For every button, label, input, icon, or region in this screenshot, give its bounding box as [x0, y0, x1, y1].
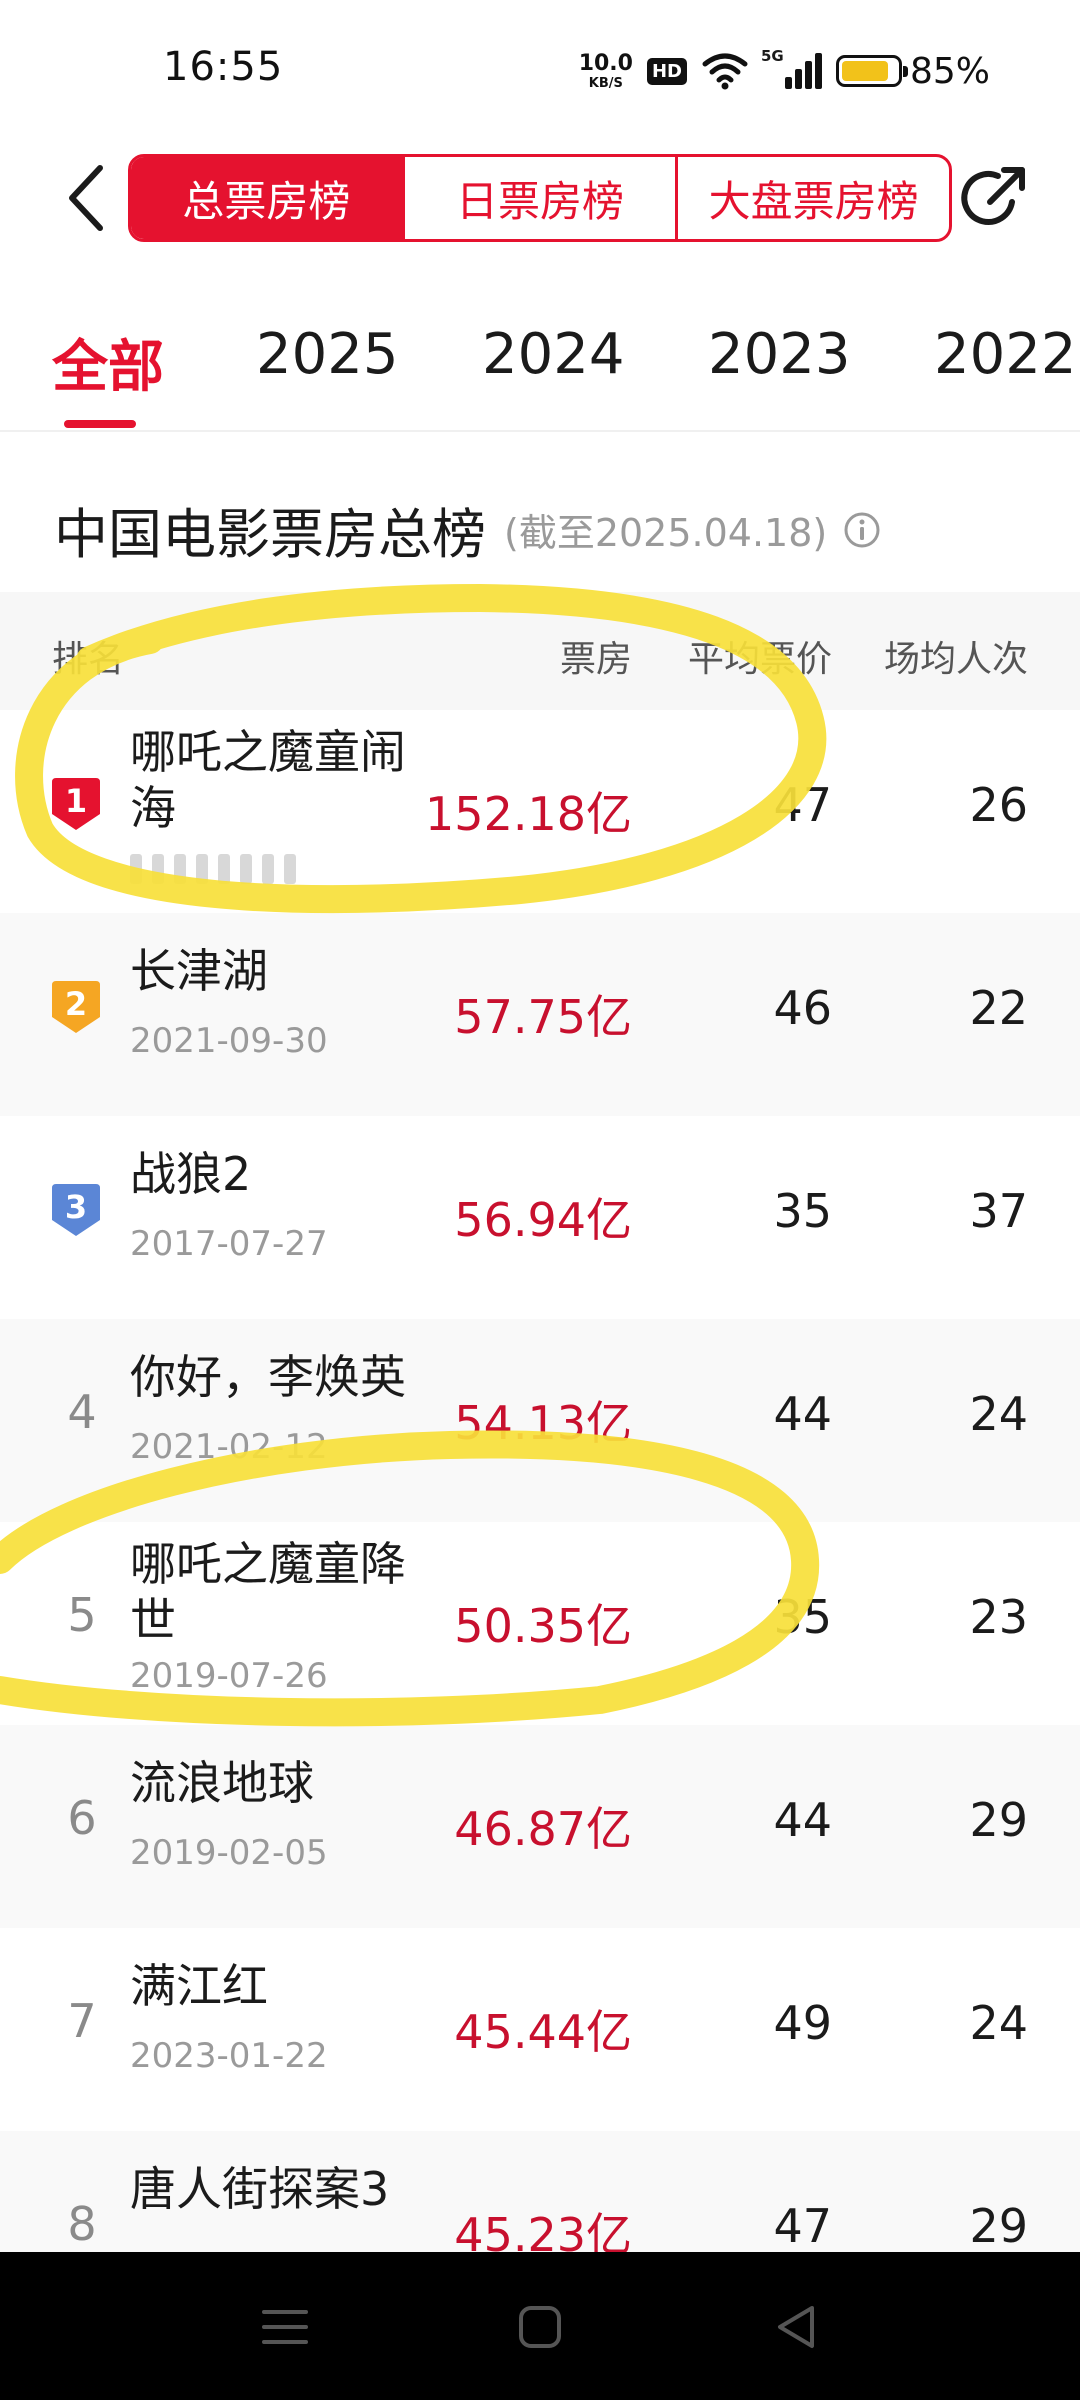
- column-header-box-office[interactable]: 票房: [560, 630, 632, 682]
- rank-number: 6: [67, 1791, 97, 1845]
- release-date-obscured: [130, 854, 296, 884]
- status-icons: 10.0 KB/S HD 5G 85%: [579, 46, 990, 96]
- box-office-value: 46.87亿: [454, 1802, 632, 1856]
- avg-price-value: 49: [773, 1996, 832, 2050]
- box-office-value: 54.13亿: [454, 1396, 632, 1450]
- box-office-value: 57.75亿: [454, 990, 632, 1044]
- table-row[interactable]: 2 长津湖 2021-09-30 57.75亿 46 22: [0, 913, 1080, 1116]
- active-tab-indicator: [64, 420, 136, 428]
- release-date: 2021-02-12: [130, 1427, 328, 1467]
- movie-title: 哪吒之魔童降世: [130, 1537, 406, 1647]
- movie-title: 哪吒之魔童闹海: [130, 725, 406, 835]
- table-row[interactable]: 3 战狼2 2017-07-27 56.94亿 35 37: [0, 1116, 1080, 1319]
- movie-title: 长津湖: [130, 944, 268, 998]
- avg-attendance-value: 24: [969, 1996, 1028, 2050]
- movie-title: 战狼2: [130, 1147, 252, 1201]
- rank-number: 1: [64, 782, 88, 820]
- ranking-type-segmented-control: 总票房榜 日票房榜 大盘票房榜: [128, 154, 952, 242]
- column-header-avg-price[interactable]: 平均票价: [688, 630, 832, 682]
- segment-market-box-office[interactable]: 大盘票房榜: [675, 157, 949, 239]
- avg-price-value: 47: [773, 2199, 832, 2253]
- table-row[interactable]: 4 你好，李焕英 2021-02-12 54.13亿 44 24: [0, 1319, 1080, 1522]
- rank-number: 4: [67, 1385, 97, 1439]
- rank-badge: 3: [50, 1180, 102, 1238]
- table-row[interactable]: 1 哪吒之魔童闹海 152.18亿 47 26: [0, 710, 1080, 913]
- rank-number: 2: [64, 985, 88, 1023]
- network-speed: 10.0 KB/S: [578, 50, 633, 91]
- rank-number: 8: [67, 2197, 97, 2251]
- box-office-value: 152.18亿: [425, 787, 632, 841]
- release-date: 2019-07-26: [130, 1656, 328, 1696]
- avg-price-value: 44: [773, 1387, 832, 1441]
- release-date: 2019-02-05: [130, 1833, 328, 1873]
- box-office-value: 45.44亿: [454, 2005, 632, 2059]
- as-of-date: (截至2025.04.18): [504, 511, 828, 555]
- avg-attendance-value: 29: [969, 2199, 1028, 2253]
- rank-number: 7: [67, 1994, 97, 2048]
- status-bar: 16:55 10.0 KB/S HD 5G 85%: [0, 0, 1080, 145]
- avg-price-value: 44: [773, 1793, 832, 1847]
- status-time: 16:55: [163, 44, 284, 90]
- tab-2024[interactable]: 2024: [482, 322, 625, 387]
- rank-number: 3: [64, 1188, 88, 1226]
- system-navigation-bar: [0, 2252, 1080, 2400]
- avg-attendance-value: 22: [969, 981, 1028, 1035]
- tab-2022[interactable]: 2022: [934, 322, 1077, 387]
- wifi-icon: [702, 53, 748, 90]
- avg-price-value: 46: [773, 981, 832, 1035]
- table-header: 排名 票房 平均票价 场均人次: [0, 592, 1080, 710]
- segment-total-box-office[interactable]: 总票房榜: [131, 157, 402, 239]
- battery-icon: [835, 55, 908, 87]
- avg-price-value: 47: [773, 778, 832, 832]
- rank-badge: 1: [50, 774, 102, 832]
- rank-number: 5: [67, 1588, 97, 1642]
- section-title: 中国电影票房总榜: [54, 503, 486, 566]
- hd-icon: HD: [646, 57, 687, 85]
- release-date: 2023-01-22: [130, 2036, 328, 2076]
- network-speed-value: 10.0: [578, 50, 633, 76]
- back-triangle-icon[interactable]: [762, 2292, 832, 2362]
- avg-attendance-value: 23: [969, 1590, 1028, 1644]
- tab-all[interactable]: 全部: [52, 322, 164, 403]
- year-tabs: 全部 2025 2024 2023 2022: [0, 300, 1080, 432]
- tab-2025[interactable]: 2025: [256, 322, 399, 387]
- back-arrow-icon[interactable]: [58, 160, 118, 236]
- column-header-avg-attendance[interactable]: 场均人次: [884, 630, 1028, 682]
- avg-attendance-value: 24: [969, 1387, 1028, 1441]
- avg-price-value: 35: [773, 1590, 832, 1644]
- movie-title: 流浪地球: [130, 1756, 314, 1810]
- avg-attendance-value: 26: [969, 778, 1028, 832]
- share-icon[interactable]: [958, 162, 1030, 234]
- network-type-label: 5G: [760, 47, 784, 65]
- network-speed-unit: KB/S: [588, 75, 623, 91]
- box-office-value: 50.35亿: [454, 1599, 632, 1653]
- release-date: 2021-09-30: [130, 1021, 328, 1061]
- avg-attendance-value: 29: [969, 1793, 1028, 1847]
- info-icon[interactable]: [843, 511, 881, 549]
- section-header: 中国电影票房总榜 (截至2025.04.18): [54, 490, 881, 569]
- avg-price-value: 35: [773, 1184, 832, 1238]
- table-row[interactable]: 5 哪吒之魔童降世 2019-07-26 50.35亿 35 23: [0, 1522, 1080, 1725]
- rank-badge: 2: [50, 977, 102, 1035]
- menu-icon[interactable]: [250, 2292, 320, 2362]
- movie-title: 满江红: [130, 1959, 268, 2013]
- battery-percent: 85%: [909, 50, 990, 92]
- tab-2023[interactable]: 2023: [708, 322, 851, 387]
- avg-attendance-value: 37: [969, 1184, 1028, 1238]
- column-header-rank: 排名: [52, 639, 125, 680]
- cellular-signal-icon: 5G: [761, 47, 822, 89]
- home-icon[interactable]: [505, 2292, 575, 2362]
- battery-indicator: 85%: [835, 50, 990, 92]
- top-nav: 总票房榜 日票房榜 大盘票房榜: [0, 148, 1080, 248]
- battery-fill: [841, 61, 888, 81]
- movie-title: 唐人街探案3: [130, 2162, 390, 2216]
- release-date: 2017-07-27: [130, 1224, 328, 1264]
- box-office-value: 56.94亿: [454, 1193, 632, 1247]
- movie-title: 你好，李焕英: [130, 1350, 406, 1404]
- table-row[interactable]: 6 流浪地球 2019-02-05 46.87亿 44 29: [0, 1725, 1080, 1928]
- table-row[interactable]: 7 满江红 2023-01-22 45.44亿 49 24: [0, 1928, 1080, 2131]
- segment-daily-box-office[interactable]: 日票房榜: [401, 157, 676, 239]
